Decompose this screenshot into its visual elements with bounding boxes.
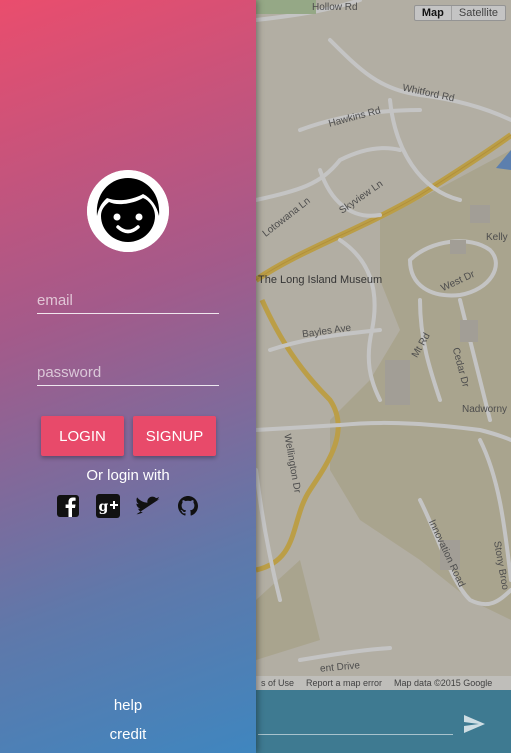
avatar <box>87 170 169 252</box>
report-map-error-link[interactable]: Report a map error <box>306 678 382 688</box>
face-icon <box>87 170 169 252</box>
message-input-underline[interactable] <box>258 734 453 735</box>
send-icon[interactable] <box>462 712 486 736</box>
map-label: Kelly <box>486 232 508 243</box>
google-plus-icon[interactable]: g <box>96 494 120 518</box>
map-type-toggle[interactable]: Map Satellite <box>413 5 506 21</box>
login-button[interactable]: LOGIN <box>41 416 124 456</box>
map-label: Nadworny <box>462 404 508 415</box>
or-login-with-label: Or login with <box>86 467 170 484</box>
credit-link[interactable]: credit <box>0 726 256 743</box>
map-type-map-button[interactable]: Map <box>415 6 452 20</box>
signup-button[interactable]: SIGNUP <box>133 416 216 456</box>
terms-link[interactable]: s of Use <box>261 678 294 688</box>
map-data-credit: Map data ©2015 Google <box>394 678 493 688</box>
facebook-icon[interactable] <box>56 494 80 518</box>
login-drawer: LOGIN SIGNUP Or login with g help credit <box>0 0 256 753</box>
map-type-satellite-button[interactable]: Satellite <box>452 6 505 20</box>
map-attribution: s of Use Report a map error Map data ©20… <box>256 676 511 690</box>
map-label-museum: The Long Island Museum <box>258 274 383 286</box>
twitter-icon[interactable] <box>136 494 160 518</box>
map-label: Hollow Rd <box>312 2 358 13</box>
github-icon[interactable] <box>176 494 200 518</box>
email-field[interactable] <box>37 288 219 314</box>
help-link[interactable]: help <box>0 697 256 714</box>
svg-text:g: g <box>99 499 109 515</box>
password-field[interactable] <box>37 360 219 386</box>
